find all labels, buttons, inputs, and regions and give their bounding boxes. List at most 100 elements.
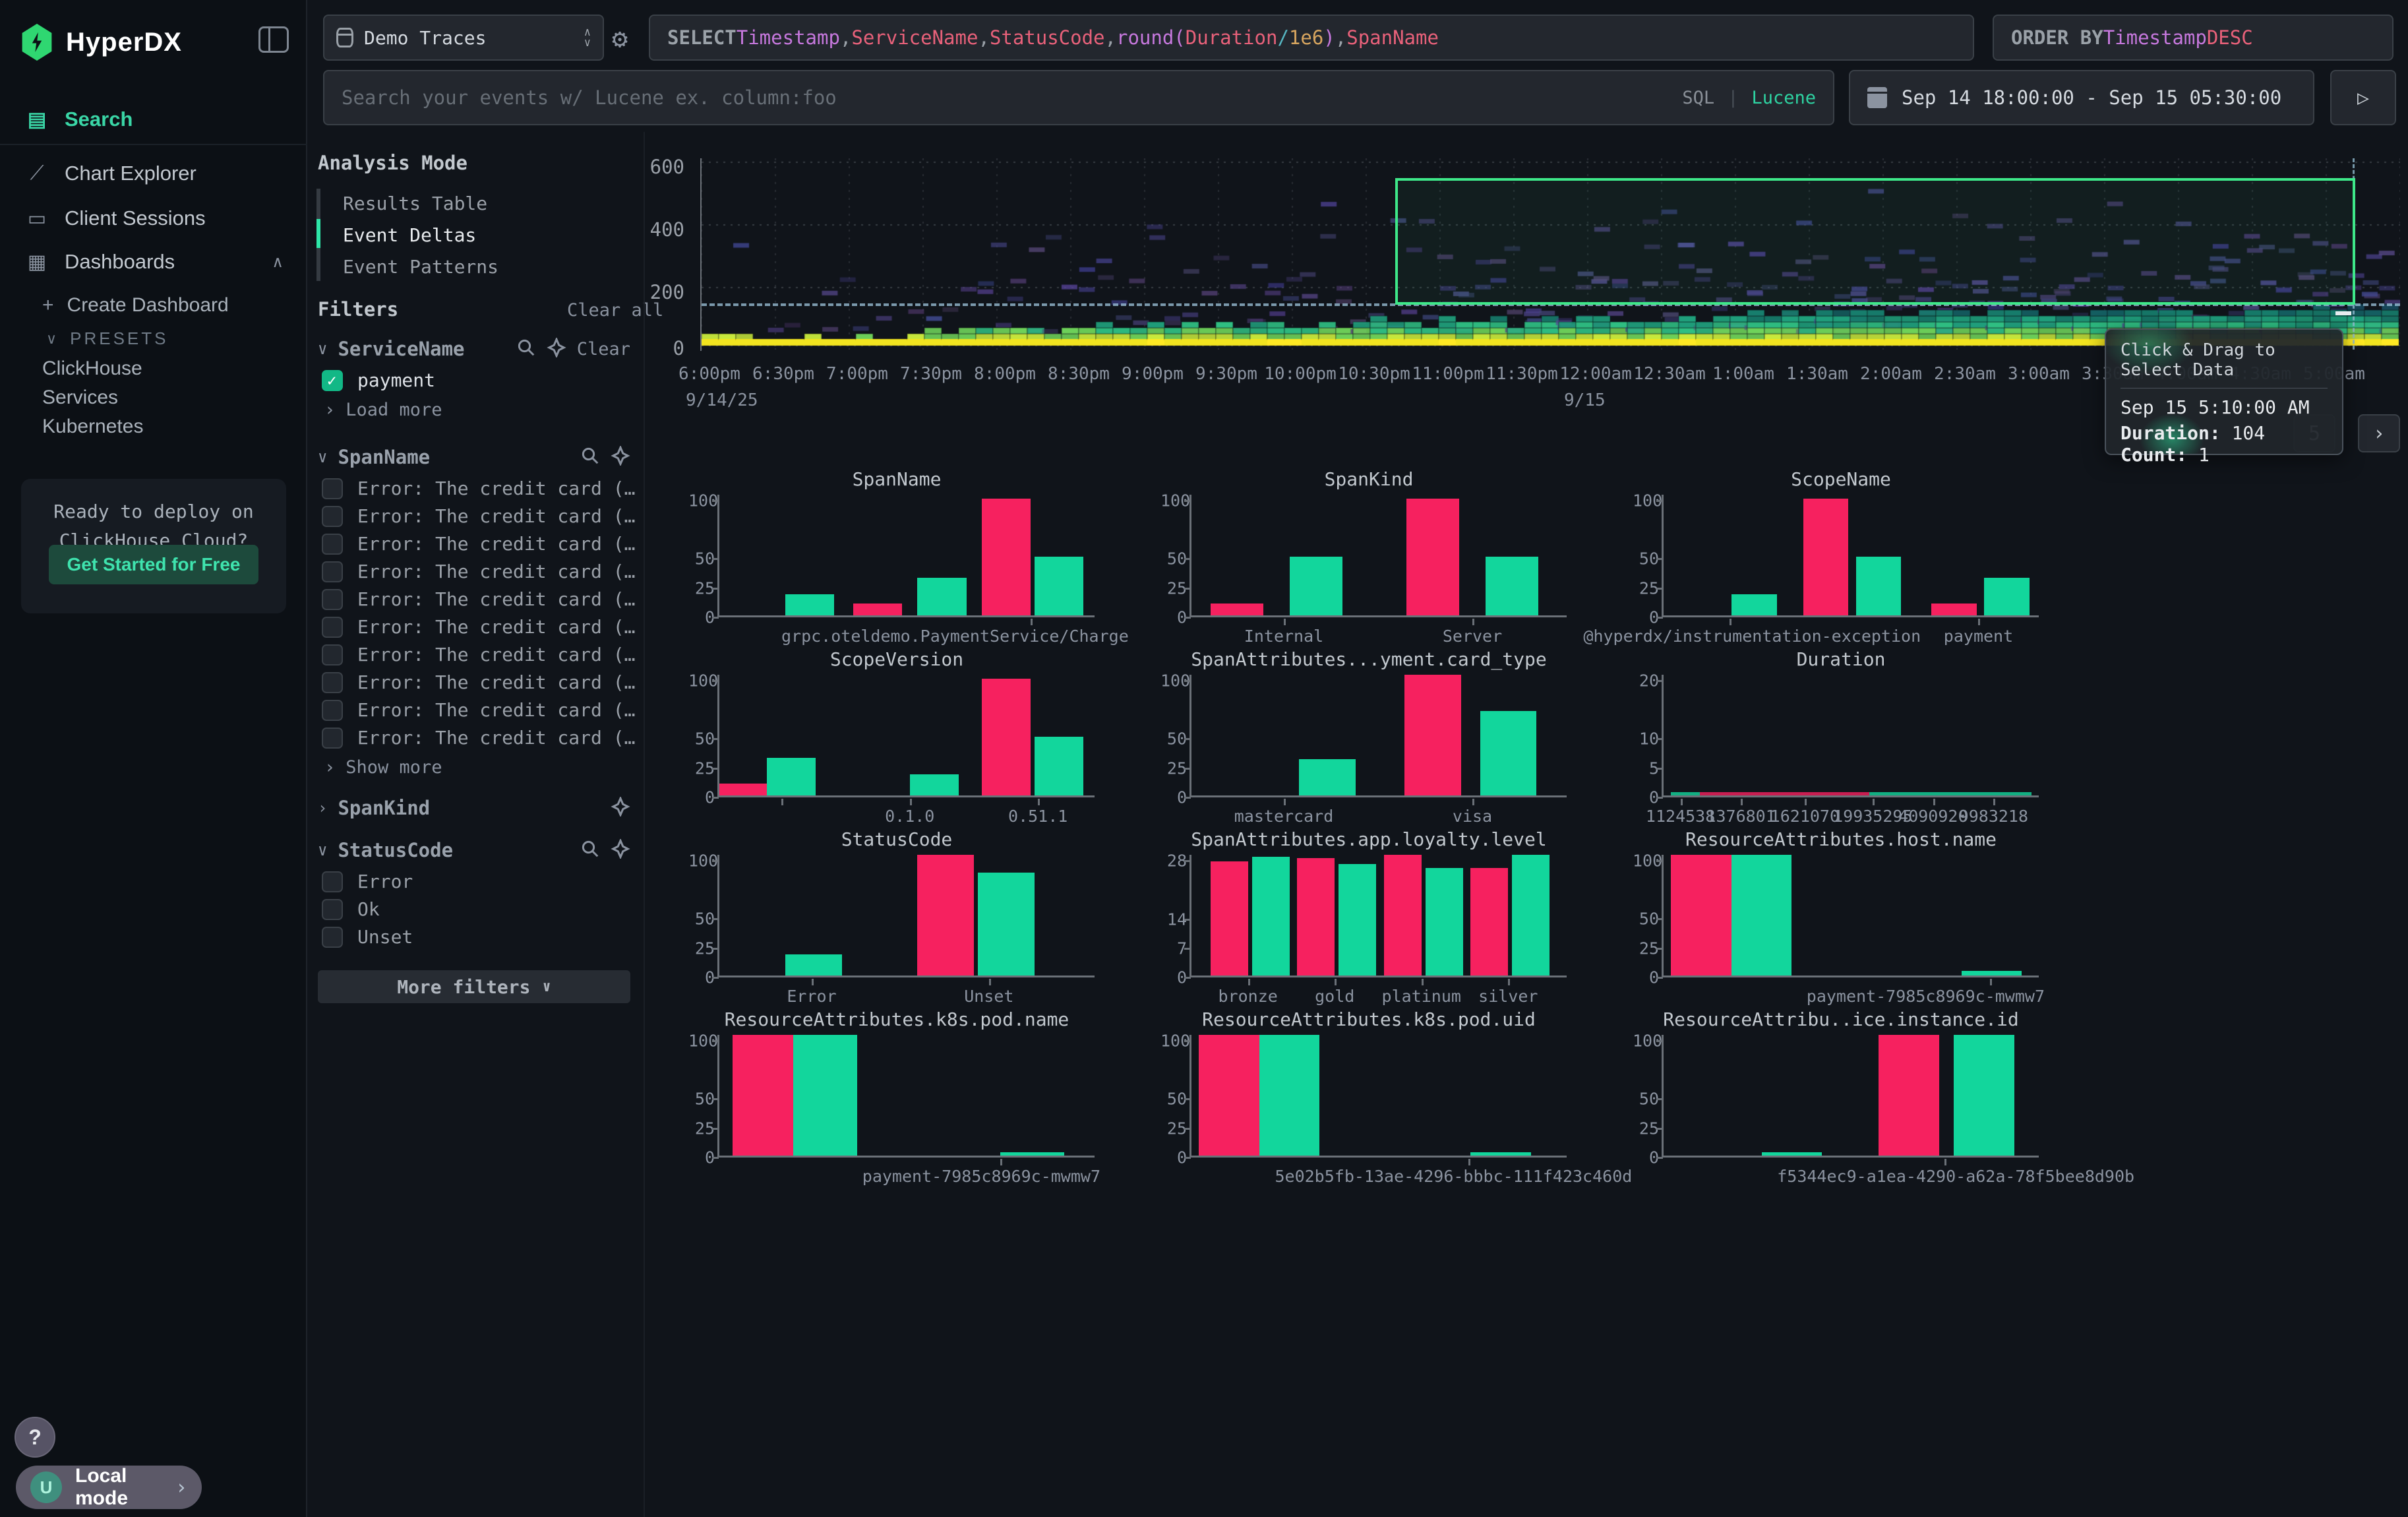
order-by-input[interactable]: ORDER BY Timestamp DESC bbox=[1993, 15, 2393, 61]
bar-green[interactable] bbox=[1480, 711, 1537, 795]
analysis-mode-event-patterns[interactable]: Event Patterns bbox=[343, 256, 498, 278]
bar-green[interactable] bbox=[1290, 557, 1342, 615]
local-mode-button[interactable]: U Local mode › bbox=[16, 1466, 202, 1509]
filter-checkbox-row[interactable]: Error: The credit card (… bbox=[322, 561, 630, 582]
get-started-button[interactable]: Get Started for Free bbox=[49, 545, 258, 584]
bar-red[interactable] bbox=[1931, 604, 1977, 615]
search-input[interactable] bbox=[342, 86, 1669, 109]
run-query-button[interactable]: ▷ bbox=[2330, 70, 2396, 125]
bar-red[interactable] bbox=[733, 1035, 797, 1156]
filter-checkbox-row[interactable]: Error: The credit card (… bbox=[322, 533, 630, 555]
bar-green[interactable] bbox=[1426, 868, 1463, 975]
bar-green[interactable] bbox=[1731, 594, 1777, 615]
bar-green[interactable] bbox=[917, 578, 966, 615]
sidebar-item-services[interactable]: Services bbox=[42, 387, 118, 409]
filter-section-statuscode[interactable]: ∨StatusCode bbox=[318, 839, 630, 861]
bar-green[interactable] bbox=[767, 758, 816, 795]
filter-show-more-button[interactable]: ›Show more bbox=[324, 757, 442, 778]
source-select[interactable]: Demo Traces ∧∨ bbox=[323, 15, 604, 61]
checkbox-checked[interactable] bbox=[322, 370, 343, 391]
bar-red[interactable] bbox=[1404, 675, 1461, 795]
checkbox[interactable] bbox=[322, 506, 343, 527]
filter-checkbox-row[interactable]: Error: The credit card (… bbox=[322, 671, 630, 693]
bar-red[interactable] bbox=[1879, 1035, 1939, 1156]
bar-red[interactable] bbox=[1384, 855, 1422, 975]
help-button[interactable]: ? bbox=[15, 1417, 55, 1458]
sidebar-item-search[interactable]: ▤Search bbox=[0, 99, 307, 140]
lang-toggle-lucene[interactable]: Lucene bbox=[1751, 88, 1816, 108]
create-dashboard-button[interactable]: + Create Dashboard bbox=[42, 294, 229, 317]
bar-red[interactable] bbox=[853, 604, 902, 615]
bar-green[interactable] bbox=[1731, 855, 1792, 975]
checkbox[interactable] bbox=[322, 672, 343, 693]
bar-green[interactable] bbox=[1486, 557, 1538, 615]
pin-icon[interactable] bbox=[611, 446, 630, 468]
bar-green[interactable] bbox=[1856, 557, 1902, 615]
filter-checkbox-row[interactable]: Error: The credit card (… bbox=[322, 478, 630, 499]
bar-green[interactable] bbox=[793, 1035, 857, 1156]
filter-checkbox-row[interactable]: Error: The credit card (… bbox=[322, 505, 630, 527]
bar-red[interactable] bbox=[1211, 604, 1263, 615]
bar-red[interactable] bbox=[917, 855, 974, 975]
date-range-picker[interactable]: Sep 14 18:00:00 - Sep 15 05:30:00 bbox=[1849, 70, 2314, 125]
filter-load-more-button[interactable]: ›Load more bbox=[324, 400, 442, 420]
next-page-button[interactable]: › bbox=[2358, 414, 2400, 452]
bar-green[interactable] bbox=[1762, 1152, 1822, 1156]
analysis-mode-results-table[interactable]: Results Table bbox=[343, 193, 487, 214]
search-icon[interactable] bbox=[580, 446, 600, 468]
more-filters-button[interactable]: More filters ∨ bbox=[318, 970, 630, 1003]
search-icon[interactable] bbox=[580, 839, 600, 861]
pin-icon[interactable] bbox=[611, 797, 630, 819]
checkbox[interactable] bbox=[322, 589, 343, 610]
filter-checkbox-row[interactable]: Error: The credit card (… bbox=[322, 644, 630, 666]
bar-green[interactable] bbox=[1512, 855, 1550, 975]
checkbox[interactable] bbox=[322, 899, 343, 920]
filter-checkbox-row[interactable]: Error: The credit card (… bbox=[322, 699, 630, 721]
bar-green[interactable] bbox=[1252, 857, 1290, 975]
filter-section-spanname[interactable]: ∨SpanName bbox=[318, 446, 630, 468]
checkbox[interactable] bbox=[322, 700, 343, 721]
bar-green[interactable] bbox=[1000, 1152, 1064, 1156]
sidebar-item-client-sessions[interactable]: ▭Client Sessions bbox=[0, 198, 307, 239]
bar-green[interactable] bbox=[1470, 1152, 1531, 1156]
filter-checkbox-row[interactable]: Error: The credit card (… bbox=[322, 616, 630, 638]
bar-green[interactable] bbox=[1035, 737, 1083, 795]
sidebar-item-chart-explorer[interactable]: ⟋Chart Explorer bbox=[0, 153, 307, 194]
pin-icon[interactable] bbox=[547, 338, 566, 360]
bar-red[interactable] bbox=[1297, 858, 1335, 975]
bar-red[interactable] bbox=[1671, 855, 1731, 975]
bar-red[interactable] bbox=[982, 679, 1031, 795]
clear-filter-button[interactable]: Clear bbox=[577, 339, 630, 359]
bar-green[interactable] bbox=[1259, 1035, 1320, 1156]
checkbox[interactable] bbox=[322, 644, 343, 666]
bar-green[interactable] bbox=[1954, 1035, 2014, 1156]
filter-checkbox-row[interactable]: Error bbox=[322, 871, 630, 892]
bar-green[interactable] bbox=[785, 954, 842, 975]
filter-checkbox-row[interactable]: payment bbox=[322, 369, 630, 391]
pin-icon[interactable] bbox=[611, 839, 630, 861]
checkbox[interactable] bbox=[322, 534, 343, 555]
bar-red[interactable] bbox=[1199, 1035, 1259, 1156]
filter-checkbox-row[interactable]: Unset bbox=[322, 926, 630, 948]
bar-red[interactable] bbox=[1803, 499, 1849, 615]
bar-green[interactable] bbox=[785, 594, 834, 615]
bar-green[interactable] bbox=[1299, 759, 1356, 795]
filter-checkbox-row[interactable]: Error: The credit card (… bbox=[322, 727, 630, 749]
bar-red[interactable] bbox=[1406, 499, 1459, 615]
gear-icon[interactable]: ⚙ bbox=[612, 24, 628, 54]
bar-red[interactable] bbox=[1211, 861, 1248, 975]
filter-checkbox-row[interactable]: Error: The credit card (… bbox=[322, 588, 630, 610]
checkbox[interactable] bbox=[322, 927, 343, 948]
sidebar-collapse-icon[interactable] bbox=[258, 26, 289, 53]
bar-green[interactable] bbox=[1962, 971, 2022, 975]
selection-rectangle[interactable] bbox=[1395, 178, 2355, 305]
sidebar-item-kubernetes[interactable]: Kubernetes bbox=[42, 416, 143, 438]
bar-green[interactable] bbox=[1339, 864, 1376, 975]
checkbox[interactable] bbox=[322, 561, 343, 582]
bar-red[interactable] bbox=[1470, 868, 1508, 975]
checkbox[interactable] bbox=[322, 871, 343, 892]
checkbox[interactable] bbox=[322, 728, 343, 749]
lang-toggle-sql[interactable]: SQL bbox=[1682, 88, 1714, 108]
sidebar-item-dashboards[interactable]: ▦Dashboards∧ bbox=[0, 241, 307, 282]
search-icon[interactable] bbox=[516, 338, 536, 360]
